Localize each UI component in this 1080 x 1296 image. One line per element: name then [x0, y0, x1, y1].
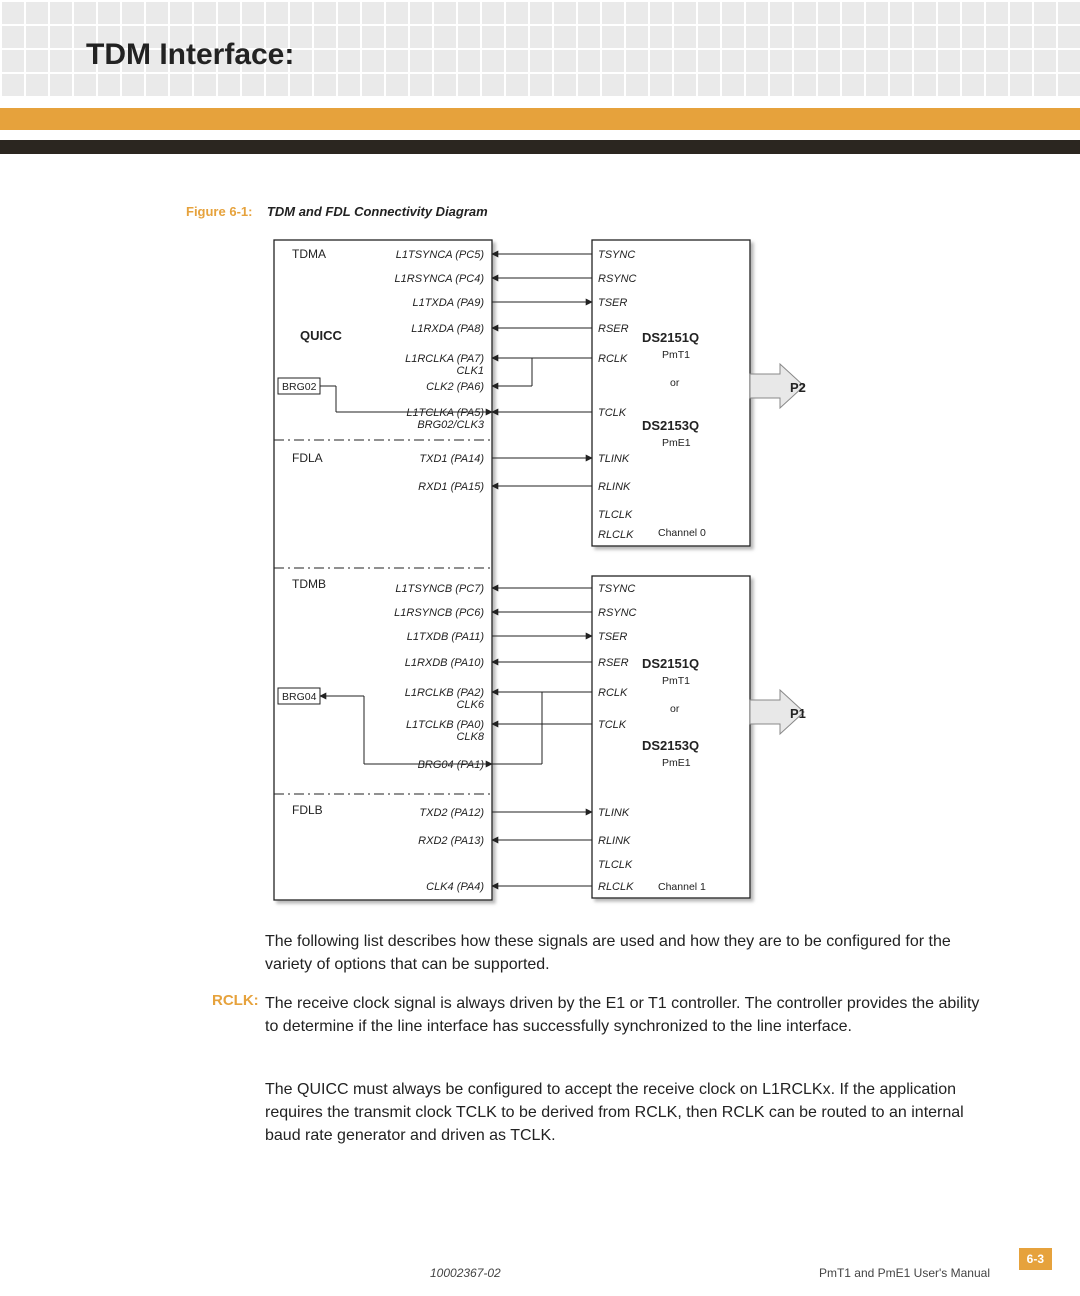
rclk-paragraph-1: The receive clock signal is always drive… [265, 992, 990, 1038]
svg-text:RLCLK: RLCLK [598, 529, 634, 541]
svg-text:RLINK: RLINK [598, 835, 631, 847]
svg-text:CLK1: CLK1 [456, 365, 484, 377]
label-brg04: BRG04 [282, 691, 317, 703]
label-ds2153q-0: DS2153Q [642, 418, 699, 433]
label-pmt1-1: PmT1 [662, 675, 690, 687]
port-p1-arrow: P1 [750, 690, 806, 734]
connectivity-diagram: TDMA QUICC FDLA TDMB FDLB DS2151Q PmT1 o… [264, 234, 824, 910]
label-channel0: Channel 0 [658, 527, 706, 539]
svg-text:TLCLK: TLCLK [598, 859, 633, 871]
svg-text:CLK4 (PA4): CLK4 (PA4) [426, 881, 484, 893]
svg-text:BRG02/CLK3: BRG02/CLK3 [417, 419, 485, 431]
label-fdlb: FDLB [292, 803, 323, 817]
figure-caption: Figure 6-1: TDM and FDL Connectivity Dia… [186, 204, 488, 219]
label-channel1: Channel 1 [658, 881, 706, 893]
page-title: TDM Interface: [86, 38, 294, 72]
svg-text:TSER: TSER [598, 631, 627, 643]
port-p2-arrow: P2 [750, 364, 806, 408]
label-or-0: or [670, 377, 680, 389]
page: TDM Interface: Figure 6-1: TDM and FDL C… [0, 0, 1080, 1296]
footer-pagenum: 6-3 [1019, 1248, 1052, 1270]
svg-text:TSYNC: TSYNC [598, 583, 635, 595]
svg-text:TCLK: TCLK [598, 407, 627, 419]
label-ds2153q-1: DS2153Q [642, 738, 699, 753]
label-pmt1-0: PmT1 [662, 349, 690, 361]
svg-text:CLK6: CLK6 [456, 699, 484, 711]
svg-text:RLCLK: RLCLK [598, 881, 634, 893]
label-tdmb: TDMB [292, 577, 326, 591]
svg-text:TLCLK: TLCLK [598, 509, 633, 521]
svg-text:TXD2 (PA12): TXD2 (PA12) [419, 807, 484, 819]
svg-text:P2: P2 [790, 380, 806, 395]
svg-text:L1RCLKB (PA2): L1RCLKB (PA2) [405, 687, 485, 699]
svg-text:L1RXDA (PA8): L1RXDA (PA8) [411, 323, 484, 335]
label-quicc: QUICC [300, 328, 343, 343]
rclk-paragraph-2: The QUICC must always be configured to a… [265, 1078, 990, 1148]
svg-text:L1RSYNCA (PC4): L1RSYNCA (PC4) [395, 273, 485, 285]
label-pme1-1: PmE1 [662, 757, 691, 769]
figure-label: Figure 6-1: [186, 204, 252, 219]
svg-text:TSER: TSER [598, 297, 627, 309]
svg-text:RSER: RSER [598, 657, 629, 669]
svg-text:RSYNC: RSYNC [598, 607, 637, 619]
svg-text:L1RXDB (PA10): L1RXDB (PA10) [405, 657, 485, 669]
svg-text:L1TXDA (PA9): L1TXDA (PA9) [412, 297, 484, 309]
footer-manual: PmT1 and PmE1 User's Manual [819, 1266, 990, 1280]
svg-text:CLK8: CLK8 [456, 731, 484, 743]
orange-band [0, 108, 1080, 130]
dark-band [0, 140, 1080, 154]
svg-text:TXD1 (PA14): TXD1 (PA14) [419, 453, 484, 465]
svg-text:RLINK: RLINK [598, 481, 631, 493]
svg-text:BRG04 (PA1): BRG04 (PA1) [418, 759, 485, 771]
svg-text:L1RSYNCB (PC6): L1RSYNCB (PC6) [394, 607, 484, 619]
intro-paragraph: The following list describes how these s… [265, 930, 990, 976]
svg-text:RSER: RSER [598, 323, 629, 335]
label-or-1: or [670, 703, 680, 715]
svg-text:P1: P1 [790, 706, 806, 721]
svg-text:L1TXDB (PA11): L1TXDB (PA11) [407, 631, 485, 643]
svg-text:RXD1 (PA15): RXD1 (PA15) [418, 481, 484, 493]
svg-text:CLK2 (PA6): CLK2 (PA6) [426, 381, 484, 393]
svg-text:TLINK: TLINK [598, 807, 630, 819]
label-fdla: FDLA [292, 451, 323, 465]
label-ds2151q-0: DS2151Q [642, 330, 699, 345]
label-tdma: TDMA [292, 247, 326, 261]
label-ds2151q-1: DS2151Q [642, 656, 699, 671]
svg-text:L1TSYNCA (PC5): L1TSYNCA (PC5) [396, 249, 485, 261]
svg-text:RCLK: RCLK [598, 687, 628, 699]
svg-text:TSYNC: TSYNC [598, 249, 635, 261]
rclk-label: RCLK: [212, 992, 259, 1009]
svg-text:L1TCLKA (PA5): L1TCLKA (PA5) [406, 407, 484, 419]
svg-text:RSYNC: RSYNC [598, 273, 637, 285]
svg-text:TCLK: TCLK [598, 719, 627, 731]
label-pme1-0: PmE1 [662, 437, 691, 449]
svg-text:L1TCLKB (PA0): L1TCLKB (PA0) [406, 719, 484, 731]
figure-title: TDM and FDL Connectivity Diagram [267, 204, 488, 219]
svg-text:L1TSYNCB (PC7): L1TSYNCB (PC7) [395, 583, 484, 595]
footer-docnum: 10002367-02 [430, 1266, 501, 1280]
svg-text:L1RCLKA (PA7): L1RCLKA (PA7) [405, 353, 484, 365]
label-brg02: BRG02 [282, 381, 317, 393]
svg-text:RCLK: RCLK [598, 353, 628, 365]
svg-text:RXD2 (PA13): RXD2 (PA13) [418, 835, 484, 847]
svg-text:TLINK: TLINK [598, 453, 630, 465]
